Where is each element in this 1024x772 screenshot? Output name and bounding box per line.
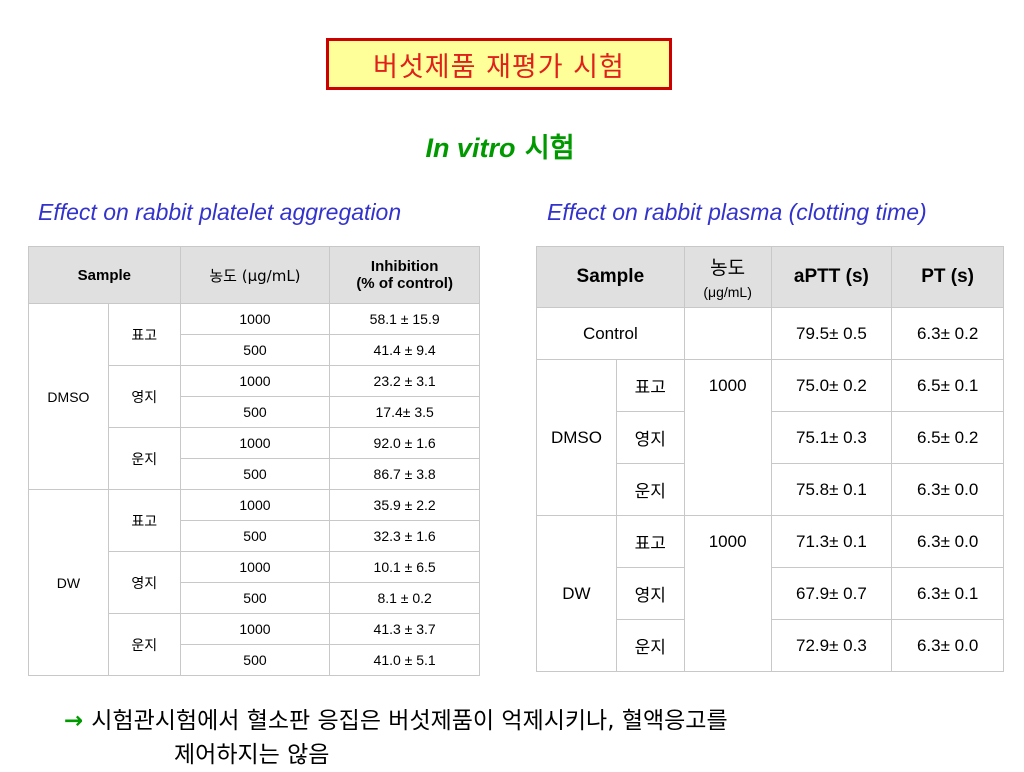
t1-subgroup-cell: 표고 — [107, 303, 181, 366]
t1-conc-cell: 500 — [179, 334, 331, 366]
t1-group-cell: DMSO — [28, 303, 109, 490]
t1-value-cell: 8.1 ± 0.2 — [329, 582, 480, 614]
table2-header-row: Sample 농도 (μg/mL) aPTT (s) PT (s) — [536, 246, 1004, 308]
table-row: DW 표고 1000 35.9 ± 2.2 — [28, 489, 480, 676]
subtitle-italic: In vitro — [425, 133, 516, 163]
t1-value-cell: 58.1 ± 15.9 — [329, 303, 480, 335]
t1-value-cell: 35.9 ± 2.2 — [329, 489, 480, 521]
slide-title: 버섯제품 재평가 시험 — [326, 38, 672, 90]
t1-subgroup-cell: 표고 — [107, 489, 181, 552]
t1-subgroup-cell: 영지 — [107, 365, 181, 428]
t2-aptt-cell: 75.0± 0.2 — [770, 359, 893, 412]
table-row: Control 79.5± 0.5 6.3± 0.2 — [536, 307, 1004, 360]
t1-conc-cell: 1000 — [179, 489, 331, 521]
t1-conc-cell: 1000 — [179, 427, 331, 459]
conclusion: → 시험관시험에서 혈소판 응집은 버섯제품이 억제시키나, 혈액응고를 제어하지… — [64, 704, 728, 772]
t2-aptt-cell: 75.1± 0.3 — [770, 411, 893, 464]
t2-subgroup-cell: 운지 — [615, 463, 685, 516]
t2-group-cell: DMSO — [536, 359, 617, 516]
table-row: DMSO 표고 1000 75.0± 0.2 6.5± 0.1 — [536, 359, 1004, 516]
conclusion-line2: 제어하지는 않음 — [174, 742, 330, 768]
t2-pt-cell: 6.3± 0.0 — [891, 463, 1004, 516]
t1-value-cell: 41.4 ± 9.4 — [329, 334, 480, 366]
t2-pt-cell: 6.3± 0.1 — [891, 567, 1004, 620]
t1-subgroup-cell: 운지 — [107, 613, 181, 676]
t2-subgroup-cell: 표고 — [615, 515, 685, 568]
left-caption: Effect on rabbit platelet aggregation — [38, 199, 402, 225]
t1-conc-cell: 1000 — [179, 365, 331, 397]
t1-value-cell: 17.4± 3.5 — [329, 396, 480, 428]
t1-subgroup-cell: 운지 — [107, 427, 181, 490]
t1-conc-cell: 1000 — [179, 551, 331, 583]
t1-subgroup-cell: 영지 — [107, 551, 181, 614]
t1-conc-cell: 500 — [179, 520, 331, 552]
t2-group-cell: DW — [536, 515, 617, 672]
clotting-time-table: Sample 농도 (μg/mL) aPTT (s) PT (s) Contro… — [536, 246, 1004, 672]
t1-value-cell: 86.7 ± 3.8 — [329, 458, 480, 490]
t2-subgroup-cell: 영지 — [615, 567, 685, 620]
t1-conc-cell: 500 — [179, 458, 331, 490]
t1-header-inhibition: Inhibition (% of control) — [329, 246, 480, 304]
t2-header-conc-line1: 농도 — [710, 256, 746, 279]
t2-pt-cell: 6.3± 0.2 — [891, 307, 1004, 360]
t1-conc-cell: 500 — [179, 396, 331, 428]
t1-value-cell: 41.3 ± 3.7 — [329, 613, 480, 645]
t2-header-aptt: aPTT (s) — [770, 246, 893, 308]
t2-aptt-cell: 72.9± 0.3 — [770, 619, 893, 672]
t1-value-cell: 41.0 ± 5.1 — [329, 644, 480, 676]
t2-aptt-cell: 71.3± 0.1 — [770, 515, 893, 568]
t2-pt-cell: 6.5± 0.2 — [891, 411, 1004, 464]
t1-value-cell: 92.0 ± 1.6 — [329, 427, 480, 459]
t2-pt-cell: 6.3± 0.0 — [891, 515, 1004, 568]
platelet-aggregation-table: Sample 농도 (μg/mL) Inhibition (% of contr… — [28, 246, 480, 676]
t1-header-sample: Sample — [28, 246, 181, 304]
t2-subgroup-cell: 영지 — [615, 411, 685, 464]
t2-subgroup-cell: 표고 — [615, 359, 685, 412]
table-row: DMSO 표고 1000 58.1 ± 15.9 — [28, 303, 480, 490]
t1-value-cell: 10.1 ± 6.5 — [329, 551, 480, 583]
t2-aptt-cell: 67.9± 0.7 — [770, 567, 893, 620]
table-row: DW 표고 1000 71.3± 0.1 6.3± 0.0 — [536, 515, 1004, 672]
t1-conc-cell: 500 — [179, 644, 331, 676]
t1-conc-cell: 1000 — [179, 613, 331, 645]
t2-control-cell: Control — [536, 307, 685, 360]
t1-header-inhibition-line2: (% of control) — [356, 275, 453, 292]
t2-conc-cell: 1000 — [683, 359, 772, 516]
t2-header-sample: Sample — [536, 246, 685, 308]
t2-aptt-cell: 79.5± 0.5 — [770, 307, 893, 360]
subtitle: In vitro 시험 — [0, 126, 1000, 165]
t1-value-cell: 32.3 ± 1.6 — [329, 520, 480, 552]
t1-group-cell: DW — [28, 489, 109, 676]
t1-conc-cell: 500 — [179, 582, 331, 614]
t2-header-conc-line2: (μg/mL) — [703, 283, 752, 300]
t1-conc-cell: 1000 — [179, 303, 331, 335]
t1-header-conc: 농도 (μg/mL) — [179, 246, 331, 304]
t1-value-cell: 23.2 ± 3.1 — [329, 365, 480, 397]
t1-header-inhibition-line1: Inhibition — [370, 258, 439, 275]
arrow-icon: → — [64, 708, 84, 734]
table1-header-row: Sample 농도 (μg/mL) Inhibition (% of contr… — [28, 246, 480, 304]
subtitle-rest: 시험 — [524, 133, 575, 164]
conclusion-line1: 시험관시험에서 혈소판 응집은 버섯제품이 억제시키나, 혈액응고를 — [91, 708, 728, 734]
t2-conc-cell — [683, 307, 772, 360]
t2-subgroup-cell: 운지 — [615, 619, 685, 672]
right-caption: Effect on rabbit plasma (clotting time) — [547, 199, 927, 225]
t2-conc-cell: 1000 — [683, 515, 772, 672]
slide-title-text: 버섯제품 재평가 시험 — [373, 51, 625, 83]
t2-header-pt: PT (s) — [891, 246, 1004, 308]
t2-pt-cell: 6.3± 0.0 — [891, 619, 1004, 672]
t2-aptt-cell: 75.8± 0.1 — [770, 463, 893, 516]
t2-pt-cell: 6.5± 0.1 — [891, 359, 1004, 412]
t2-header-conc: 농도 (μg/mL) — [683, 246, 772, 308]
